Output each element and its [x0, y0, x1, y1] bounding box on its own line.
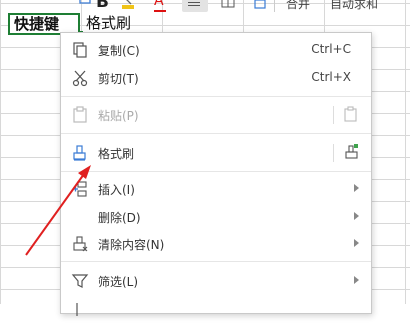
merge-button[interactable]: 合并: [286, 0, 310, 12]
cut-icon: [72, 70, 88, 87]
menu-item-label: 格式刷: [98, 147, 135, 161]
format-painter-small-icon[interactable]: [76, 0, 94, 12]
menu-item-format-painter[interactable]: 格式刷: [61, 139, 371, 167]
menu-divider: [61, 261, 371, 262]
paste-icon: [73, 106, 87, 123]
sort-icon: [76, 303, 78, 316]
menu-item-clear-content[interactable]: 清除内容(N): [61, 230, 371, 258]
context-menu: 复制(C) Ctrl+C 剪切(T) Ctrl+X 粘贴(P) 格式刷 插入(I…: [60, 32, 372, 316]
bold-button[interactable]: B: [96, 0, 109, 12]
lock-icon[interactable]: [252, 0, 270, 12]
menu-item-cut[interactable]: 剪切(T) Ctrl+X: [61, 64, 371, 92]
align-button[interactable]: [182, 0, 208, 12]
menu-item-filter[interactable]: 筛选(L): [61, 267, 371, 295]
menu-item-copy[interactable]: 复制(C) Ctrl+C: [61, 36, 371, 64]
copy-icon: [73, 42, 87, 58]
insert-icon: [73, 181, 87, 197]
menu-item-divider: [333, 144, 334, 162]
format-painter-options-icon: [345, 144, 358, 159]
menu-divider: [61, 133, 371, 134]
menu-item-label: 复制(C): [98, 44, 140, 58]
font-color-button[interactable]: A: [154, 0, 164, 9]
menu-divider: [61, 96, 371, 97]
filter-icon: [71, 274, 89, 288]
fill-color-icon[interactable]: [120, 0, 138, 12]
menu-item-insert[interactable]: 插入(I): [61, 175, 371, 203]
menu-item-label: 删除(D): [98, 211, 141, 225]
font-color-bar: [154, 10, 166, 12]
menu-item-divider: [333, 106, 334, 124]
menu-item-label: 筛选(L): [98, 275, 139, 289]
menu-item-label: 清除内容(N): [98, 238, 165, 252]
border-icon[interactable]: [220, 0, 238, 12]
menu-item-shortcut: Ctrl+C: [311, 42, 351, 56]
autosum-button[interactable]: 自动求和: [330, 0, 378, 12]
submenu-arrow-icon: [354, 276, 359, 284]
submenu-arrow-icon: [354, 212, 359, 220]
menu-item-shortcut: Ctrl+X: [311, 70, 351, 84]
submenu-arrow-icon: [354, 184, 359, 192]
menu-item-delete[interactable]: 删除(D): [61, 203, 371, 231]
menu-item-label: 粘贴(P): [98, 109, 139, 123]
format-painter-icon: [73, 145, 86, 161]
paste-options-icon: [344, 106, 357, 122]
ribbon-toolbar: B A 合并 自动求和: [0, 0, 410, 12]
menu-item-paste[interactable]: 粘贴(P): [61, 101, 371, 129]
menu-divider: [61, 171, 371, 172]
submenu-arrow-icon: [354, 239, 359, 247]
menu-item-partial[interactable]: [61, 295, 371, 323]
menu-item-label: 插入(I): [98, 183, 135, 197]
clear-icon: [73, 236, 88, 252]
menu-item-label: 剪切(T): [98, 72, 139, 86]
